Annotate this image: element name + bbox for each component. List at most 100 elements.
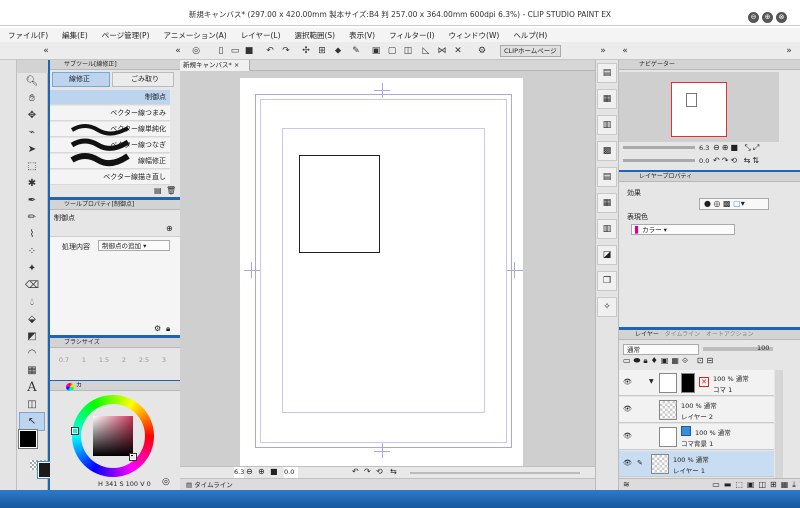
menu-view[interactable]: 表示(V) <box>349 30 375 41</box>
new-file-icon[interactable]: ▯ <box>215 45 227 57</box>
transform-icon[interactable]: ✣ <box>300 45 312 57</box>
brushsize-4[interactable]: 2.5 <box>134 356 154 364</box>
correct-line-tool-icon[interactable]: ↖ <box>19 412 45 431</box>
hue-marker[interactable] <box>71 427 79 435</box>
canvas-angle[interactable]: 0.0 <box>284 467 298 478</box>
material-9-icon[interactable]: ❒ <box>597 271 617 291</box>
navigator-zoom-icons[interactable]: ⊖⊕■ ⤡⤢ <box>713 143 761 153</box>
decoration-tool-icon[interactable]: ✦ <box>20 260 44 277</box>
timeline-tab[interactable]: ▤ タイムライン <box>186 480 233 490</box>
settings-icon[interactable]: ⚙ <box>476 45 488 57</box>
main-color-swatch[interactable] <box>18 429 38 449</box>
canvas-hscrollbar[interactable] <box>410 472 580 474</box>
clip-homepage-button[interactable]: CLIPホームページ <box>500 45 561 57</box>
opacity-value[interactable]: 100 <box>757 344 769 352</box>
gradient-tool-icon[interactable]: ◩ <box>20 328 44 345</box>
brush-tool-icon[interactable]: ⌇ <box>20 226 44 243</box>
navigator-zoom-slider[interactable] <box>623 146 695 149</box>
figure-tool-icon[interactable]: ◠ <box>20 345 44 362</box>
material-4-icon[interactable]: ▩ <box>597 141 617 161</box>
blend-tool-icon[interactable]: 💧︎ <box>20 294 44 311</box>
menu-edit[interactable]: 編集(E) <box>62 30 88 41</box>
edit-pen-icon[interactable]: ✎ <box>637 459 643 467</box>
fill-icon[interactable]: ⬥ <box>332 45 344 57</box>
ruler-icon[interactable]: ◺ <box>420 45 432 57</box>
close-button[interactable]: ⊗ <box>776 12 787 23</box>
flip-icon[interactable]: ⇆ <box>390 467 397 476</box>
object-tool-icon[interactable]: ➤ <box>20 141 44 158</box>
autoselect-tool-icon[interactable]: ✱ <box>20 175 44 192</box>
layer-tab[interactable]: レイヤー <box>635 331 659 338</box>
reset-rotate-icon[interactable]: ⟲ <box>376 467 383 476</box>
toolprop-lock-icon[interactable]: 🔒︎ <box>166 324 170 334</box>
rotate-right-icon[interactable]: ↷ <box>364 467 371 476</box>
menu-selection[interactable]: 選択範囲(S) <box>295 30 336 41</box>
subtool-settings-icon[interactable]: ▤ <box>154 186 162 195</box>
airbrush-tool-icon[interactable]: ⁘ <box>20 243 44 260</box>
navigator-rotate-icons[interactable]: ↶↷⟲ ⇆⇅ <box>713 156 761 165</box>
hand-tool-icon[interactable]: ✋︎ <box>20 90 44 107</box>
balloon-tool-icon[interactable]: ◫ <box>20 396 44 413</box>
layer-scrollbar[interactable] <box>775 370 783 478</box>
menu-filter[interactable]: フィルター(I) <box>389 30 434 41</box>
navigator-angle-slider[interactable] <box>623 159 695 162</box>
subtool-control-point[interactable]: 制御点 <box>50 90 170 105</box>
pencil-tool-icon[interactable]: ✏ <box>20 209 44 226</box>
redo-icon[interactable]: ↷ <box>280 45 292 57</box>
layer-option-icons[interactable]: ▭⬬🔒︎♦▣▦⟐ ⊡⊟ <box>623 356 716 366</box>
collapse-right3-icon[interactable]: » <box>783 45 795 57</box>
subtool-vector-redraw[interactable]: ベクター線描き直し <box>50 170 170 185</box>
color-wheel-tab-icon[interactable] <box>66 383 74 391</box>
color-sv-square[interactable] <box>93 416 133 456</box>
layer-row-layer1[interactable]: 👁︎ ✎ 100 % 通常 レイヤー 1 <box>619 451 774 477</box>
frame-tool-icon[interactable]: ▦ <box>20 362 44 379</box>
eyedropper-tool-icon[interactable]: ⌁ <box>20 124 44 141</box>
mask-disabled-icon[interactable]: ✕ <box>699 377 709 387</box>
move-tool-icon[interactable]: ✥ <box>20 107 44 124</box>
material-10-icon[interactable]: ✧ <box>597 297 617 317</box>
fit-icon[interactable]: ■ <box>270 467 278 476</box>
deselect-icon[interactable]: ▣ <box>370 45 382 57</box>
visibility-icon[interactable]: 👁︎ <box>623 432 632 440</box>
subtool-vector-pinch[interactable]: ベクター線つまみ <box>50 106 170 121</box>
save-icon[interactable]: ■ <box>243 45 255 57</box>
brush-icon[interactable]: ✎ <box>350 45 362 57</box>
navigator-tab[interactable]: ナビゲーター <box>639 61 675 68</box>
material-8-icon[interactable]: ◪ <box>597 245 617 265</box>
blend-mode-select[interactable]: 通常 <box>623 344 699 355</box>
layer-bottom-icons[interactable]: ≋ ▭▬⬚▣◫⊞▦⤓⤒🗑︎ <box>619 478 800 490</box>
toolprop-settings-icon[interactable]: ⚙ <box>154 324 161 333</box>
sv-marker[interactable] <box>129 453 137 461</box>
canvas-zoom[interactable]: 6.3 <box>234 467 244 478</box>
selection-icon[interactable]: ▢ <box>386 45 398 57</box>
visibility-icon[interactable]: 👁︎ <box>623 459 632 467</box>
undo-icon[interactable]: ↶ <box>264 45 276 57</box>
rotate-left-icon[interactable]: ↶ <box>352 467 359 476</box>
snap2-icon[interactable]: ✕ <box>452 45 464 57</box>
menu-window[interactable]: ウィンドウ(W) <box>449 30 500 41</box>
pen-tool-icon[interactable]: ✒ <box>20 192 44 209</box>
tab-line-correct[interactable]: 線修正 <box>52 72 110 87</box>
menu-layer[interactable]: レイヤー(L) <box>241 30 281 41</box>
folder-expand-icon[interactable]: ▼ <box>649 378 654 385</box>
clip-icon[interactable]: ◎ <box>190 45 202 57</box>
collapse-right2-icon[interactable]: « <box>619 45 631 57</box>
fill-tool-icon[interactable]: ⬙ <box>20 311 44 328</box>
material-1-icon[interactable]: ▤ <box>597 63 617 83</box>
navigator-viewport[interactable] <box>671 82 727 137</box>
open-file-icon[interactable]: ▭ <box>229 45 241 57</box>
menu-page[interactable]: ページ管理(P) <box>102 30 150 41</box>
layer-row-frame-bg[interactable]: 👁︎ 100 % 通常 コマ背景 1 <box>619 424 774 450</box>
visibility-icon[interactable]: 👁︎ <box>623 405 632 413</box>
menu-file[interactable]: ファイル(F) <box>8 30 48 41</box>
brushsize-5[interactable]: 3 <box>154 356 174 364</box>
collapse-left-icon[interactable]: « <box>40 45 52 57</box>
minimize-button[interactable]: ⊖ <box>748 12 759 23</box>
visibility-icon[interactable]: 👁︎ <box>623 378 632 386</box>
collapse-right-icon[interactable]: » <box>597 45 609 57</box>
zoom-in-icon[interactable]: ⊕ <box>258 467 265 476</box>
selection-tool-icon[interactable]: ⬚ <box>20 158 44 175</box>
menu-help[interactable]: ヘルプ(H) <box>513 30 547 41</box>
layerprop-tab[interactable]: レイヤープロパティ <box>639 173 692 180</box>
brushsize-0[interactable]: 0.7 <box>54 356 74 364</box>
